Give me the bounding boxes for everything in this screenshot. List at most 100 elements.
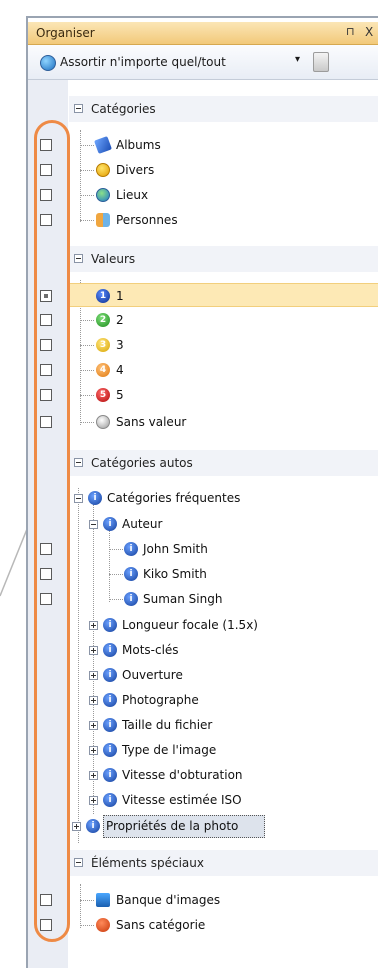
- tree-item-label: Suman Singh: [143, 592, 223, 606]
- album-icon: [94, 136, 112, 154]
- tree-item-label: 1: [116, 289, 124, 303]
- tree-item-label: Sans catégorie: [116, 918, 206, 932]
- tree-item-author[interactable]: i Auteur: [69, 512, 378, 536]
- tree-item-personnes[interactable]: Personnes: [69, 208, 378, 232]
- tree-item-divers[interactable]: Divers: [69, 158, 378, 182]
- organiser-panel: Organiser ⊓ X Assortir n'importe quel/to…: [26, 16, 378, 968]
- info-icon: i: [124, 567, 138, 581]
- collapse-icon[interactable]: [89, 520, 98, 529]
- expand-icon[interactable]: [89, 621, 98, 630]
- section-header-special[interactable]: Éléments spéciaux: [69, 850, 378, 876]
- tree-item-label: Propriétés de la photo: [106, 819, 239, 833]
- section-header-auto-categories[interactable]: Catégories autos: [69, 450, 378, 476]
- tree-item-label: Personnes: [116, 213, 178, 227]
- collapse-icon[interactable]: [74, 458, 83, 467]
- tree-item-label: Auteur: [122, 517, 163, 531]
- tree-item-john-smith[interactable]: i John Smith: [69, 537, 378, 561]
- tree-item-suman-singh[interactable]: i Suman Singh: [69, 587, 378, 611]
- tree-item-label: Kiko Smith: [143, 567, 207, 581]
- tree-item-uncategorized[interactable]: Sans catégorie: [69, 913, 378, 937]
- misc-icon: [96, 163, 110, 177]
- tree-item-frequent-categories[interactable]: i Catégories fréquentes: [69, 486, 378, 510]
- tree-item-image-type[interactable]: i Type de l'image: [69, 738, 378, 762]
- tree-item-value-2[interactable]: 2 2: [69, 308, 378, 332]
- expand-icon[interactable]: [89, 721, 98, 730]
- section-header-values[interactable]: Valeurs: [69, 246, 378, 272]
- info-icon: i: [124, 592, 138, 606]
- info-icon: i: [103, 718, 117, 732]
- tree-item-label: Albums: [116, 138, 161, 152]
- pin-icon[interactable]: ⊓: [346, 25, 355, 38]
- rating-1-icon: 1: [96, 289, 110, 303]
- expand-icon[interactable]: [72, 822, 81, 831]
- section-title: Catégories autos: [91, 456, 193, 470]
- no-rating-icon: [96, 415, 110, 429]
- panel-title: Organiser: [36, 26, 95, 40]
- expand-icon[interactable]: [89, 746, 98, 755]
- rating-2-icon: 2: [96, 313, 110, 327]
- collapse-icon[interactable]: [74, 494, 83, 503]
- tree-item-no-value[interactable]: Sans valeur: [69, 410, 378, 434]
- people-icon: [96, 213, 110, 227]
- tag-icon[interactable]: [313, 52, 329, 72]
- expand-icon[interactable]: [89, 646, 98, 655]
- tree-item-value-3[interactable]: 3 3: [69, 333, 378, 357]
- collapse-icon[interactable]: [74, 104, 83, 113]
- globe-icon: [40, 55, 56, 71]
- tree-item-photographer[interactable]: i Photographe: [69, 688, 378, 712]
- tree-item-lieux[interactable]: Lieux: [69, 183, 378, 207]
- tree-item-label: Type de l'image: [122, 743, 217, 757]
- tree-item-label: Photographe: [122, 693, 199, 707]
- uncategorized-icon: [96, 918, 110, 932]
- expand-icon[interactable]: [89, 796, 98, 805]
- tree-item-value-4[interactable]: 4 4: [69, 358, 378, 382]
- tree-item-label: Vitesse d'obturation: [122, 768, 243, 782]
- info-icon: i: [103, 618, 117, 632]
- tree-item-label: Lieux: [116, 188, 149, 202]
- globe-icon: [96, 188, 110, 202]
- tree-item-shutter-speed[interactable]: i Vitesse d'obturation: [69, 763, 378, 787]
- tree-item-file-size[interactable]: i Taille du fichier: [69, 713, 378, 737]
- tree-item-label: Mots-clés: [122, 643, 179, 657]
- expand-icon[interactable]: [89, 671, 98, 680]
- tree-item-photo-properties[interactable]: i Propriétés de la photo: [69, 814, 378, 838]
- close-icon[interactable]: X: [365, 25, 373, 39]
- tree-item-iso[interactable]: i Vitesse estimée ISO: [69, 788, 378, 812]
- info-icon: i: [103, 693, 117, 707]
- expand-icon[interactable]: [89, 771, 98, 780]
- collapse-icon[interactable]: [74, 254, 83, 263]
- tree-item-label: John Smith: [143, 542, 208, 556]
- chevron-down-icon[interactable]: ▾: [295, 54, 300, 65]
- info-icon: i: [103, 743, 117, 757]
- highlight-oval: [34, 120, 70, 942]
- tree-item-keywords[interactable]: i Mots-clés: [69, 638, 378, 662]
- tree-item-label: 4: [116, 363, 124, 377]
- tree-item-aperture[interactable]: i Ouverture: [69, 663, 378, 687]
- tree-item-label: Catégories fréquentes: [107, 491, 241, 505]
- section-title: Éléments spéciaux: [91, 856, 204, 870]
- info-icon: i: [86, 819, 100, 833]
- rating-3-icon: 3: [96, 338, 110, 352]
- section-header-categories[interactable]: Catégories: [69, 96, 378, 122]
- match-mode-button[interactable]: Assortir n'importe quel/tout: [60, 55, 226, 69]
- image-bank-icon: [96, 893, 110, 907]
- expand-icon[interactable]: [89, 696, 98, 705]
- info-icon: i: [88, 491, 102, 505]
- info-icon: i: [103, 793, 117, 807]
- tree-item-label: Ouverture: [122, 668, 183, 682]
- tree-item-label: 5: [116, 388, 124, 402]
- tree-item-value-1[interactable]: 1 1: [69, 283, 378, 307]
- panel-titlebar: Organiser ⊓ X: [28, 22, 378, 45]
- rating-4-icon: 4: [96, 363, 110, 377]
- tree-item-label: Taille du fichier: [122, 718, 213, 732]
- tree-item-focal-length[interactable]: i Longueur focale (1.5x): [69, 613, 378, 637]
- tree-item-image-bank[interactable]: Banque d'images: [69, 888, 378, 912]
- tree-item-kiko-smith[interactable]: i Kiko Smith: [69, 562, 378, 586]
- tree-item-albums[interactable]: Albums: [69, 133, 378, 157]
- tree-item-value-5[interactable]: 5 5: [69, 383, 378, 407]
- collapse-icon[interactable]: [74, 858, 83, 867]
- tree-item-label: 2: [116, 313, 124, 327]
- toolbar: Assortir n'importe quel/tout ▾: [28, 45, 378, 80]
- tree-item-label: Banque d'images: [116, 893, 221, 907]
- info-icon: i: [103, 643, 117, 657]
